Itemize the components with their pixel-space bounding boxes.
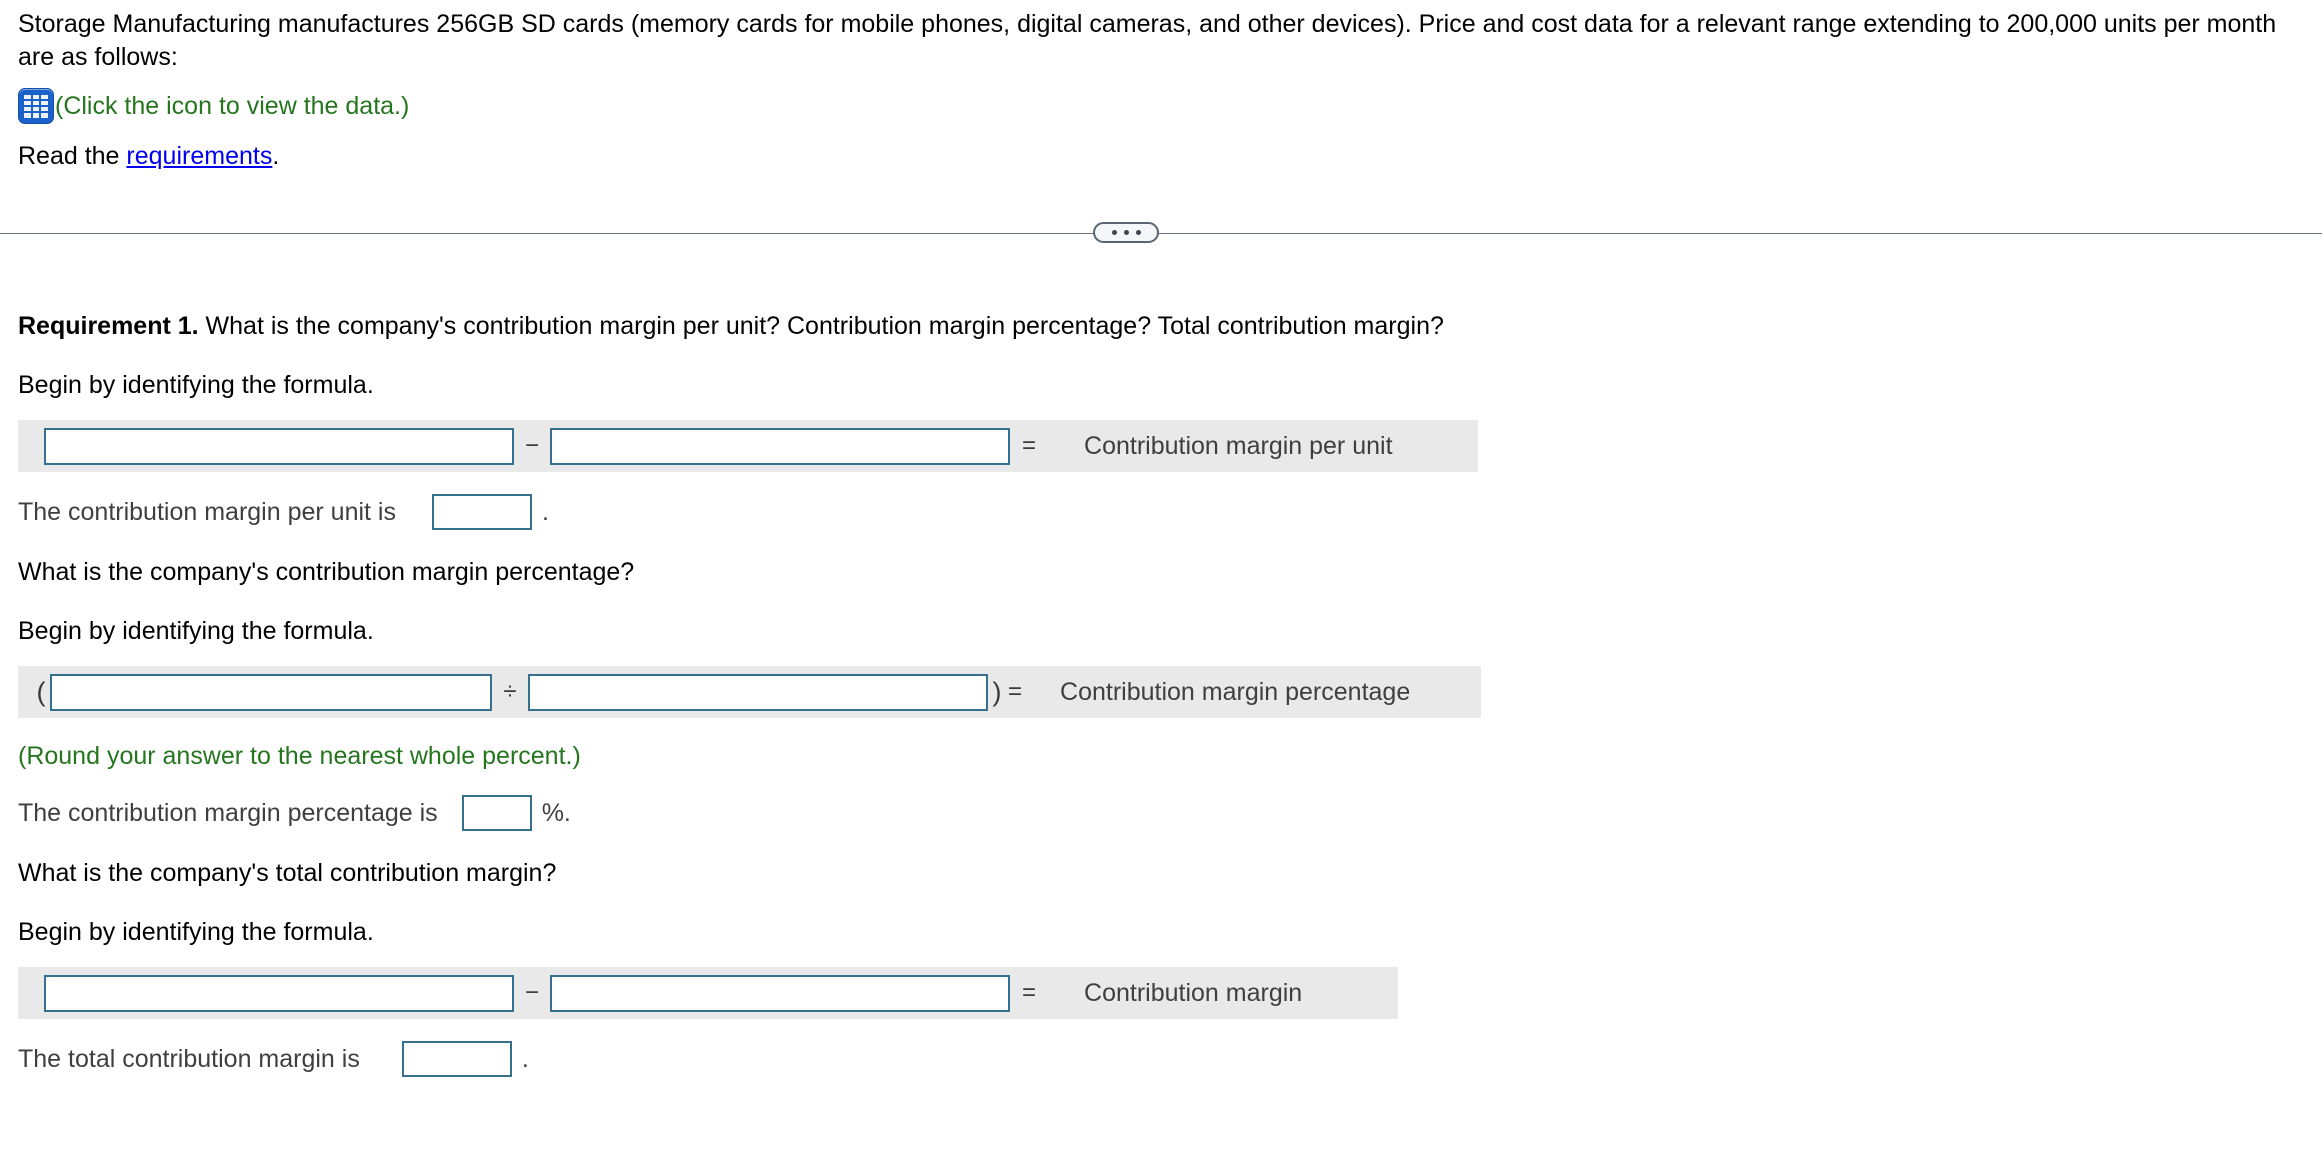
per-unit-answer-input[interactable]: [431, 494, 532, 530]
intro-block: Storage Manufacturing manufactures 256GB…: [18, 8, 2308, 173]
percentage-operator: ÷: [503, 678, 517, 705]
dot-icon: [1111, 230, 1117, 235]
dot-icon: [1135, 230, 1141, 235]
read-suffix: .: [272, 142, 280, 170]
total-answer-suffix: .: [521, 1044, 529, 1073]
requirement-content: Requirement 1. What is the company's con…: [18, 310, 2308, 1077]
spreadsheet-icon[interactable]: [18, 88, 54, 124]
section-divider: [0, 219, 2322, 249]
total-formula-prompt: Begin by identifying the formula.: [18, 918, 374, 946]
total-answer-input[interactable]: [401, 1041, 512, 1077]
requirements-link[interactable]: requirements: [126, 142, 272, 170]
per-unit-formula-row: − = Contribution margin per unit: [18, 420, 1478, 472]
percentage-formula-input-1[interactable]: [50, 673, 492, 711]
percentage-close-paren: ): [992, 676, 1002, 707]
per-unit-answer-label: The contribution margin per unit is: [18, 497, 396, 526]
total-answer-label: The total contribution margin is: [18, 1044, 360, 1073]
data-icon-note: (Click the icon to view the data.): [55, 91, 410, 120]
percentage-open-paren: (: [36, 676, 46, 707]
percentage-formula-input-2[interactable]: [528, 673, 988, 711]
percentage-result-label: Contribution margin percentage: [1060, 677, 1411, 706]
total-equals-sign: =: [1022, 979, 1037, 1006]
dot-icon: [1123, 230, 1129, 235]
requirement-question: What is the company's contribution margi…: [198, 312, 1444, 340]
total-formula-row: − = Contribution margin: [18, 967, 1398, 1019]
per-unit-result-label: Contribution margin per unit: [1084, 431, 1393, 460]
read-requirements-line: Read the requirements.: [18, 140, 2308, 173]
requirement-label: Requirement 1.: [18, 312, 199, 340]
read-prefix: Read the: [18, 142, 127, 170]
total-operator: −: [524, 979, 539, 1006]
problem-statement: Storage Manufacturing manufactures 256GB…: [18, 10, 2277, 71]
requirement-heading: Requirement 1. What is the company's con…: [18, 310, 2308, 343]
per-unit-operator: −: [524, 432, 539, 459]
per-unit-formula-input-2[interactable]: [550, 427, 1010, 465]
percentage-equals-sign: =: [1008, 678, 1023, 705]
total-answer-line: The total contribution margin is .: [18, 1041, 2308, 1077]
percentage-question: What is the company's contribution margi…: [18, 558, 635, 586]
percentage-answer-suffix: %.: [541, 798, 571, 827]
percentage-formula-prompt: Begin by identifying the formula.: [18, 617, 374, 645]
percentage-answer-line: The contribution margin percentage is %.: [18, 795, 2308, 831]
percentage-answer-input[interactable]: [461, 795, 532, 831]
total-question: What is the company's total contribution…: [18, 859, 557, 887]
per-unit-answer-line: The contribution margin per unit is .: [18, 494, 2308, 530]
total-formula-input-2[interactable]: [550, 974, 1010, 1012]
percentage-answer-label: The contribution margin percentage is: [18, 798, 438, 827]
per-unit-equals-sign: =: [1022, 432, 1037, 459]
data-icon-line: (Click the icon to view the data.): [18, 86, 2308, 126]
divider-line: [0, 233, 2322, 234]
total-result-label: Contribution margin: [1084, 978, 1303, 1007]
per-unit-formula-prompt: Begin by identifying the formula.: [18, 371, 374, 399]
per-unit-answer-suffix: .: [541, 497, 549, 526]
total-formula-input-1[interactable]: [44, 974, 514, 1012]
per-unit-formula-input-1[interactable]: [44, 427, 514, 465]
divider-expand-button[interactable]: [1093, 222, 1159, 243]
spreadsheet-icon-grid: [24, 94, 48, 118]
rounding-note: (Round your answer to the nearest whole …: [18, 742, 581, 770]
percentage-formula-row: ( ÷ ) = Contribution margin percentage: [18, 666, 1481, 718]
